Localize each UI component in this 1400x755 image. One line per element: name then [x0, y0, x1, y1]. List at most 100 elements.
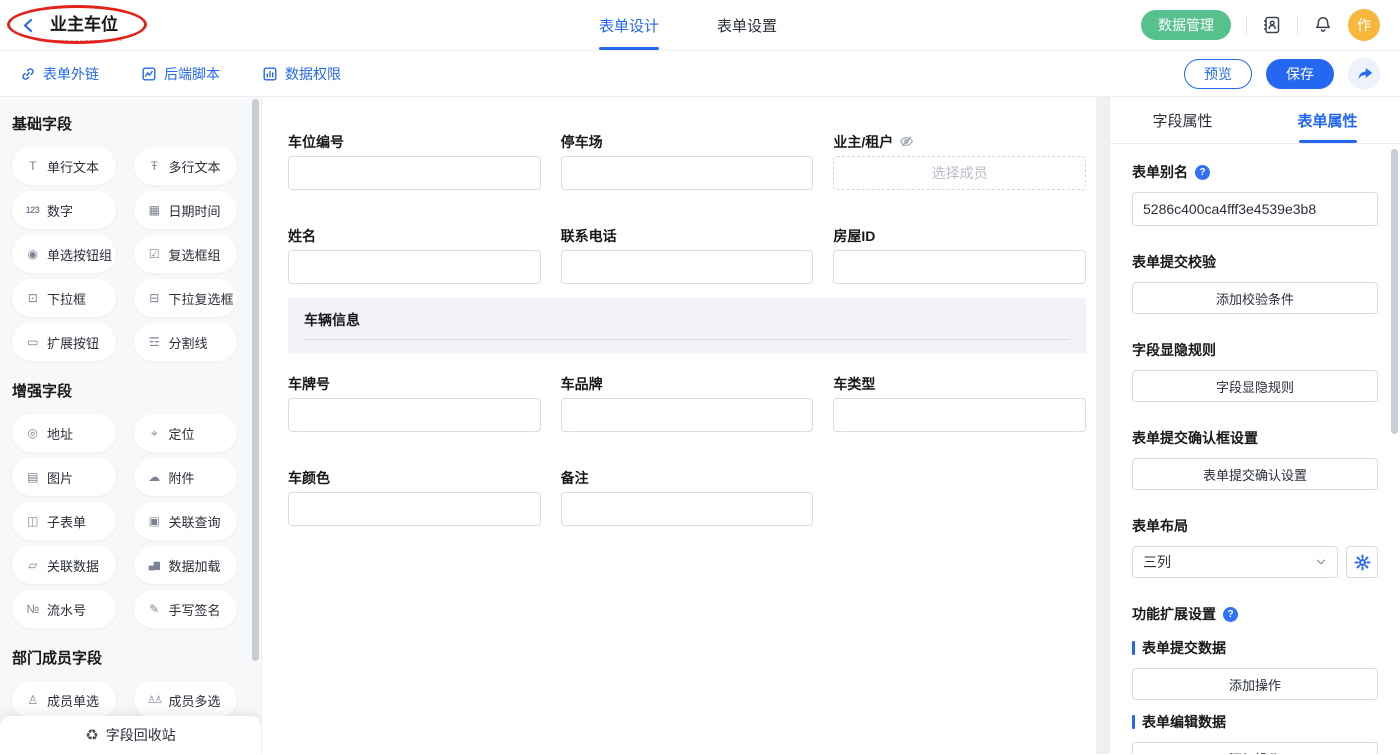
field-car-type-input[interactable] — [833, 398, 1086, 432]
field-car-color[interactable]: 车颜色 — [288, 469, 541, 526]
field-owner-tenant[interactable]: 业主/租户 选择成员 — [833, 133, 1086, 190]
field-house-id[interactable]: 房屋ID — [833, 227, 1086, 284]
pill-image[interactable]: ▤图片 — [12, 458, 116, 496]
pill-address[interactable]: ◎地址 — [12, 414, 116, 452]
pill-member-single[interactable]: ♙成员单选 — [12, 681, 116, 719]
tab-form-settings[interactable]: 表单设置 — [717, 0, 777, 50]
pill-label: 日期时间 — [169, 201, 221, 220]
field-phone-input[interactable] — [561, 250, 814, 284]
panel-scrollbar[interactable] — [1391, 149, 1398, 434]
toolbar-link-label: 数据权限 — [285, 64, 341, 84]
pill-signature[interactable]: ✎手写签名 — [134, 590, 238, 628]
pill-label: 成员单选 — [47, 691, 99, 710]
field-space-no-input[interactable] — [288, 156, 541, 190]
layout-select[interactable]: 三列 — [1132, 546, 1338, 578]
save-button[interactable]: 保存 — [1266, 59, 1334, 89]
pill-member-multi[interactable]: ♙♙成员多选 — [134, 681, 238, 719]
data-manage-button[interactable]: 数据管理 — [1141, 10, 1231, 40]
submit-add-action-button[interactable]: 添加操作 — [1132, 668, 1378, 700]
pill-divider-line[interactable]: ☲分割线 — [134, 323, 238, 361]
add-validation-button[interactable]: 添加校验条件 — [1132, 282, 1378, 314]
field-recycle-bin-button[interactable]: ♻ 字段回收站 — [0, 716, 261, 754]
form-layout-label: 表单布局 — [1132, 516, 1378, 536]
pill-label: 扩展按钮 — [47, 333, 99, 352]
multi-select-dropdown-icon: ⊟ — [147, 291, 162, 305]
section-divider-line — [304, 339, 1070, 340]
field-visibility-button[interactable]: 字段显隐规则 — [1132, 370, 1378, 402]
help-icon[interactable]: ? — [1195, 165, 1210, 180]
pill-select[interactable]: ⊡下拉框 — [12, 279, 116, 317]
edit-data-subheader: 表单编辑数据 — [1132, 712, 1378, 732]
field-plate-no[interactable]: 车牌号 — [288, 375, 541, 432]
form-external-link-button[interactable]: 表单外链 — [20, 64, 99, 84]
tab-form-properties[interactable]: 表单属性 — [1255, 97, 1400, 143]
data-permission-button[interactable]: 数据权限 — [262, 64, 341, 84]
user-avatar[interactable]: 作 — [1348, 9, 1380, 41]
form-alias-label: 表单别名 ? — [1132, 162, 1378, 182]
pill-serial-number[interactable]: №流水号 — [12, 590, 116, 628]
tab-field-properties[interactable]: 字段属性 — [1110, 97, 1255, 143]
field-remark-input[interactable] — [561, 492, 814, 526]
page-title[interactable]: 业主车位 — [46, 9, 122, 41]
field-house-id-input[interactable] — [833, 250, 1086, 284]
pill-single-line-text[interactable]: T单行文本 — [12, 147, 116, 185]
empty-cell — [833, 469, 1086, 526]
pill-data-load[interactable]: ▄▇数据加载 — [134, 546, 238, 584]
form-layout-section: 表单布局 三列 — [1132, 516, 1378, 578]
contacts-book-icon[interactable] — [1262, 15, 1282, 35]
pill-label: 分割线 — [169, 333, 208, 352]
field-space-no[interactable]: 车位编号 — [288, 133, 541, 190]
pill-location[interactable]: ⌖定位 — [134, 414, 238, 452]
checkbox-group-icon: ☑ — [147, 247, 162, 261]
notification-bell-icon[interactable] — [1313, 15, 1333, 35]
pill-sub-form[interactable]: ◫子表单 — [12, 502, 116, 540]
chevron-down-icon — [1315, 556, 1327, 568]
pill-datetime[interactable]: ▦日期时间 — [134, 191, 238, 229]
form-alias-input[interactable] — [1132, 192, 1378, 226]
field-parking-lot-input[interactable] — [561, 156, 814, 190]
member-picker[interactable]: 选择成员 — [833, 156, 1086, 190]
enhanced-fields-section: 增强字段 ◎地址 ⌖定位 ▤图片 ☁附件 ◫子表单 ▣关联查询 ▱关联数据 ▄▇… — [12, 380, 237, 628]
preview-button[interactable]: 预览 — [1184, 59, 1252, 89]
field-parking-lot[interactable]: 停车场 — [561, 133, 814, 190]
submit-confirm-button[interactable]: 表单提交确认设置 — [1132, 458, 1378, 490]
pill-label: 多行文本 — [169, 157, 221, 176]
field-car-type[interactable]: 车类型 — [833, 375, 1086, 432]
extension-settings-section: 功能扩展设置 ? 表单提交数据 添加操作 表单编辑数据 添加操作 — [1132, 604, 1378, 754]
submit-validation-label: 表单提交校验 — [1132, 252, 1378, 272]
field-visibility-label: 字段显隐规则 — [1132, 340, 1378, 360]
layout-settings-button[interactable] — [1346, 546, 1378, 578]
edit-add-action-button[interactable]: 添加操作 — [1132, 742, 1378, 754]
pill-relation-data[interactable]: ▱关联数据 — [12, 546, 116, 584]
form-row: 姓名 联系电话 房屋ID — [288, 227, 1086, 284]
field-label: 车位编号 — [288, 133, 541, 150]
field-remark[interactable]: 备注 — [561, 469, 814, 526]
field-phone[interactable]: 联系电话 — [561, 227, 814, 284]
field-car-color-input[interactable] — [288, 492, 541, 526]
pill-label: 图片 — [47, 468, 73, 487]
pill-extend-button[interactable]: ▭扩展按钮 — [12, 323, 116, 361]
pill-radio-group[interactable]: ◉单选按钮组 — [12, 235, 116, 273]
pill-attachment[interactable]: ☁附件 — [134, 458, 238, 496]
field-name[interactable]: 姓名 — [288, 227, 541, 284]
backend-script-button[interactable]: 后端脚本 — [141, 64, 220, 84]
sidebar-scrollbar[interactable] — [252, 99, 259, 661]
field-car-brand[interactable]: 车品牌 — [561, 375, 814, 432]
pill-multi-line-text[interactable]: Ŧ 多行文本 — [134, 147, 238, 185]
pill-label: 子表单 — [47, 512, 86, 531]
section-vehicle-info[interactable]: 车辆信息 — [288, 298, 1086, 353]
field-plate-no-input[interactable] — [288, 398, 541, 432]
pill-multi-select-dropdown[interactable]: ⊟下拉复选框 — [134, 279, 238, 317]
field-car-brand-input[interactable] — [561, 398, 814, 432]
pill-relation-query[interactable]: ▣关联查询 — [134, 502, 238, 540]
pill-checkbox-group[interactable]: ☑复选框组 — [134, 235, 238, 273]
multi-line-text-icon: Ŧ — [147, 159, 162, 173]
layout-select-value: 三列 — [1143, 552, 1171, 572]
field-name-input[interactable] — [288, 250, 541, 284]
share-button[interactable] — [1348, 58, 1380, 90]
back-button[interactable] — [20, 17, 37, 34]
pill-number[interactable]: 123数字 — [12, 191, 116, 229]
help-icon[interactable]: ? — [1223, 607, 1238, 622]
pill-label: 关联数据 — [47, 556, 99, 575]
tab-form-design[interactable]: 表单设计 — [599, 0, 659, 50]
